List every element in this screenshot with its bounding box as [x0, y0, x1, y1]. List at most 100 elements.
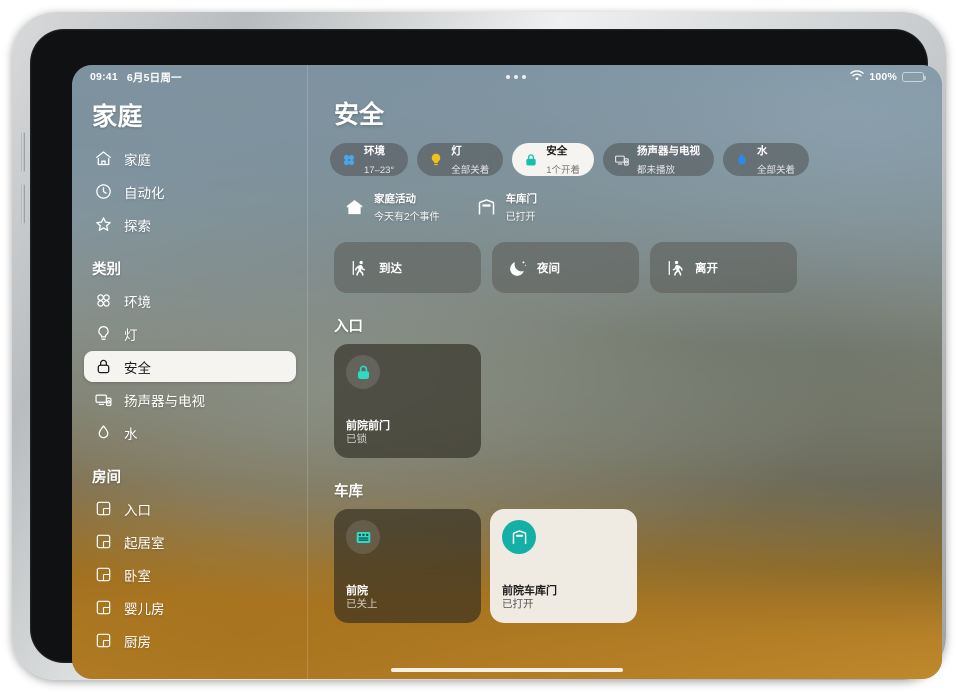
main-content: 安全 环境 17–23° 灯 全部关着 安全 1个开着 扬声器与电视 都未播放 …	[308, 65, 942, 679]
chip-title: 环境	[364, 145, 385, 158]
water-drop-icon	[94, 423, 113, 442]
volume-down-button[interactable]	[21, 184, 25, 224]
sidebar-item-label: 探索	[124, 218, 151, 234]
lock-icon	[346, 355, 380, 389]
volume-up-button[interactable]	[21, 132, 25, 172]
scene-button-leave[interactable]: 离开	[650, 242, 797, 293]
sidebar-item-nursery[interactable]: 婴儿房	[84, 592, 296, 623]
scene-label: 离开	[695, 262, 718, 275]
sidebar-item-label: 水	[124, 426, 138, 442]
sidebar-section-rooms: 房间	[92, 470, 121, 486]
accessory-tile-front-yard-garage-door[interactable]: 前院车库门 已打开	[490, 509, 637, 623]
summary-title: 家庭活动	[374, 193, 416, 205]
sidebar-item-climate[interactable]: 环境	[84, 285, 296, 316]
fan-icon	[341, 152, 357, 168]
scenes-row: 到达 夜间 离开	[330, 225, 920, 293]
status-chip-water[interactable]: 水 全部关着	[723, 143, 810, 176]
person-arrive-icon	[350, 258, 370, 278]
sidebar-item-label: 入口	[124, 502, 151, 518]
chip-title: 扬声器与电视	[637, 145, 701, 158]
sidebar-item-label: 卧室	[124, 568, 151, 584]
summary-subtitle: 已打开	[505, 212, 536, 223]
scene-label: 到达	[379, 262, 402, 275]
garage-closed-icon	[346, 520, 380, 554]
sidebar-item-water[interactable]: 水	[84, 417, 296, 448]
home-indicator[interactable]	[391, 667, 623, 672]
house-icon	[94, 149, 113, 168]
sidebar-item-home[interactable]: 家庭	[84, 143, 296, 174]
sidebar-item-label: 家庭	[124, 152, 151, 168]
lightbulb-icon	[428, 152, 444, 168]
moon-stars-icon	[508, 258, 528, 278]
scene-button-arrive[interactable]: 到达	[334, 242, 481, 293]
sidebar-item-entryway[interactable]: 入口	[84, 493, 296, 524]
tile-name: 前院前门	[346, 420, 390, 433]
battery-percent: 100%	[869, 71, 897, 83]
status-chip-climate[interactable]: 环境 17–23°	[330, 143, 409, 176]
speaker-tv-icon	[94, 390, 113, 409]
chip-subtitle: 全部关着	[757, 164, 796, 176]
room-icon	[94, 499, 113, 518]
tile-state: 已打开	[502, 598, 534, 611]
tile-state: 已关上	[346, 598, 378, 611]
chip-title: 水	[757, 145, 768, 158]
status-chip-speakers-tv[interactable]: 扬声器与电视 都未播放	[603, 143, 715, 176]
lock-icon	[94, 357, 113, 376]
wifi-icon	[850, 70, 865, 84]
room-section-heading: 入口	[334, 319, 363, 335]
person-leave-icon	[666, 258, 686, 278]
accessory-tile-front-yard[interactable]: 前院 已关上	[334, 509, 481, 623]
summary-item-garage-door[interactable]: 车库门 已打开	[476, 189, 538, 225]
status-chip-lights[interactable]: 灯 全部关着	[417, 143, 504, 176]
sidebar: 家庭 家庭 自动化 探索 类别 环境 灯 安全 扬声器与电视 水 房间 入口 起…	[72, 65, 308, 679]
sidebar-item-security[interactable]: 安全	[84, 351, 296, 382]
speaker-tv-icon	[614, 152, 630, 168]
summary-subtitle: 今天有2个事件	[374, 212, 440, 223]
chip-subtitle: 都未播放	[637, 164, 676, 176]
sidebar-item-label: 厨房	[124, 634, 151, 650]
room-icon	[94, 532, 113, 551]
summary-title: 车库门	[505, 193, 538, 205]
tiles-row: 前院前门 已锁	[334, 344, 920, 458]
status-bar-right: 100%	[850, 70, 926, 84]
ipad-screen: 09:41 6月5日周一 100% 家庭 家庭 自动化 探索 类别 环境 灯 安…	[72, 65, 942, 679]
scene-button-night[interactable]: 夜间	[492, 242, 639, 293]
room-section-entryway: 入口 前院前门 已锁	[330, 293, 920, 458]
sidebar-title: 家庭	[92, 103, 144, 131]
sidebar-item-automation[interactable]: 自动化	[84, 176, 296, 207]
chip-title: 安全	[546, 145, 568, 158]
scene-label: 夜间	[537, 262, 560, 275]
status-chip-security[interactable]: 安全 1个开着	[512, 143, 595, 176]
house-icon	[344, 197, 365, 218]
battery-icon	[902, 71, 926, 83]
room-icon	[94, 565, 113, 584]
status-bar-left: 09:41 6月5日周一	[90, 70, 182, 85]
chip-subtitle: 全部关着	[451, 164, 490, 176]
tile-name: 前院	[346, 585, 368, 598]
accessory-tile-front-yard-front-door[interactable]: 前院前门 已锁	[334, 344, 481, 458]
sidebar-item-bedroom[interactable]: 卧室	[84, 559, 296, 590]
tile-state: 已锁	[346, 433, 367, 446]
device-frame: 09:41 6月5日周一 100% 家庭 家庭 自动化 探索 类别 环境 灯 安…	[12, 12, 946, 680]
chip-subtitle: 1个开着	[546, 164, 581, 176]
sidebar-item-speakers-tv[interactable]: 扬声器与电视	[84, 384, 296, 415]
status-chips-row: 环境 17–23° 灯 全部关着 安全 1个开着 扬声器与电视 都未播放 水 全…	[330, 143, 920, 176]
sidebar-item-label: 灯	[124, 327, 138, 343]
lock-icon	[523, 152, 539, 168]
multitask-dots-icon[interactable]	[182, 75, 851, 79]
status-time: 09:41	[90, 71, 118, 83]
sidebar-item-discover[interactable]: 探索	[84, 209, 296, 240]
room-section-heading: 车库	[334, 484, 363, 500]
sidebar-item-label: 安全	[124, 360, 151, 376]
sidebar-item-lights[interactable]: 灯	[84, 318, 296, 349]
chip-subtitle: 17–23°	[364, 164, 395, 176]
sidebar-item-label: 自动化	[124, 185, 165, 201]
tile-name: 前院车库门	[502, 585, 557, 598]
sidebar-item-label: 扬声器与电视	[124, 393, 205, 409]
garage-open-icon	[502, 520, 536, 554]
sidebar-item-kitchen[interactable]: 厨房	[84, 625, 296, 656]
chip-title: 灯	[451, 145, 462, 158]
summary-item-home-activity[interactable]: 家庭活动 今天有2个事件	[344, 189, 440, 225]
tiles-row: 前院 已关上 前院车库门 已打开	[334, 509, 920, 623]
sidebar-item-living-room[interactable]: 起居室	[84, 526, 296, 557]
